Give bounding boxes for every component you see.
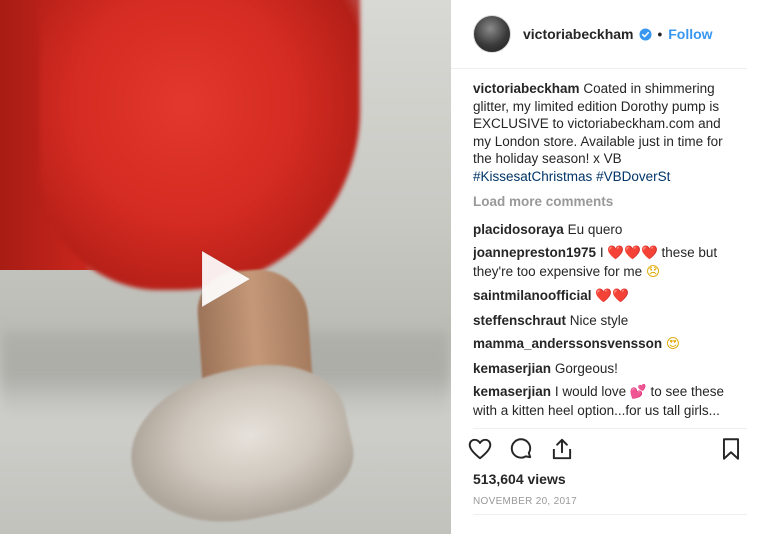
comment-username[interactable]: placidosoraya xyxy=(473,222,564,237)
caption-username[interactable]: victoriabeckham xyxy=(473,81,580,96)
heart-icon[interactable] xyxy=(467,436,495,464)
comment-username[interactable]: saintmilanoofficial xyxy=(473,288,592,303)
comment-text: Gorgeous! xyxy=(554,360,618,376)
two-hearts-emoji: 💕 xyxy=(629,384,647,400)
post-video[interactable] xyxy=(0,0,451,534)
comment-username[interactable]: joannepreston1975 xyxy=(473,245,596,260)
comment-text: Eu quero xyxy=(567,221,623,237)
verified-badge-icon xyxy=(638,27,652,41)
hashtag-link[interactable]: #KissesatChristmas xyxy=(473,169,592,184)
comment-item: kemaserjian Gorgeous! xyxy=(473,360,735,378)
comment-item: mamma_anderssonsvensson 😍 xyxy=(473,335,735,354)
comment-username[interactable]: steffenschraut xyxy=(473,313,566,328)
comment-item: kemaserjian I would love 💕 to see these … xyxy=(473,383,735,419)
header-separator: • xyxy=(657,26,663,42)
post-header: victoriabeckham • Follow xyxy=(451,0,747,69)
divider xyxy=(473,428,747,429)
heart-emoji: ❤️❤️❤️ xyxy=(607,245,658,261)
comment-username[interactable]: kemaserjian xyxy=(473,384,551,399)
comment-item: steffenschraut Nice style xyxy=(473,312,735,330)
divider xyxy=(473,514,747,515)
comment-item: saintmilanoofficial ❤️❤️ xyxy=(473,287,735,306)
comment-text: I would love xyxy=(554,384,627,399)
instagram-post: victoriabeckham • Follow victoriabeckham… xyxy=(0,0,759,534)
bookmark-icon[interactable] xyxy=(718,436,746,464)
comment-text: Nice style xyxy=(569,312,629,328)
comment-item: joannepreston1975 I ❤️❤️❤️ these but the… xyxy=(473,244,735,281)
comment-username[interactable]: mamma_anderssonsvensson xyxy=(473,336,662,351)
hashtag-link[interactable]: #VBDoverSt xyxy=(596,169,670,184)
heart-eyes-emoji: 😍 xyxy=(665,336,680,352)
post-date[interactable]: NOVEMBER 20, 2017 xyxy=(473,496,577,507)
comment-bubble-icon[interactable] xyxy=(508,436,536,464)
share-icon[interactable] xyxy=(549,436,577,464)
heart-emoji: ❤️❤️ xyxy=(595,288,629,304)
comments-list: victoriabeckham Coated in shimmering gli… xyxy=(473,80,735,428)
post-caption: victoriabeckham Coated in shimmering gli… xyxy=(473,80,735,185)
follow-button[interactable]: Follow xyxy=(668,26,712,42)
header-username[interactable]: victoriabeckham xyxy=(523,26,634,42)
disappointed-face-emoji: 😞 xyxy=(645,263,661,280)
avatar[interactable] xyxy=(473,15,511,53)
comment-item: placidosoraya Eu quero xyxy=(473,221,735,239)
post-side-panel: victoriabeckham • Follow victoriabeckham… xyxy=(451,0,759,534)
play-icon[interactable] xyxy=(196,247,254,311)
load-more-comments-button[interactable]: Load more comments xyxy=(473,193,735,211)
view-count[interactable]: 513,604 views xyxy=(473,471,566,487)
comment-username[interactable]: kemaserjian xyxy=(473,361,551,376)
post-actions xyxy=(467,436,747,466)
comment-text: I xyxy=(599,245,604,260)
